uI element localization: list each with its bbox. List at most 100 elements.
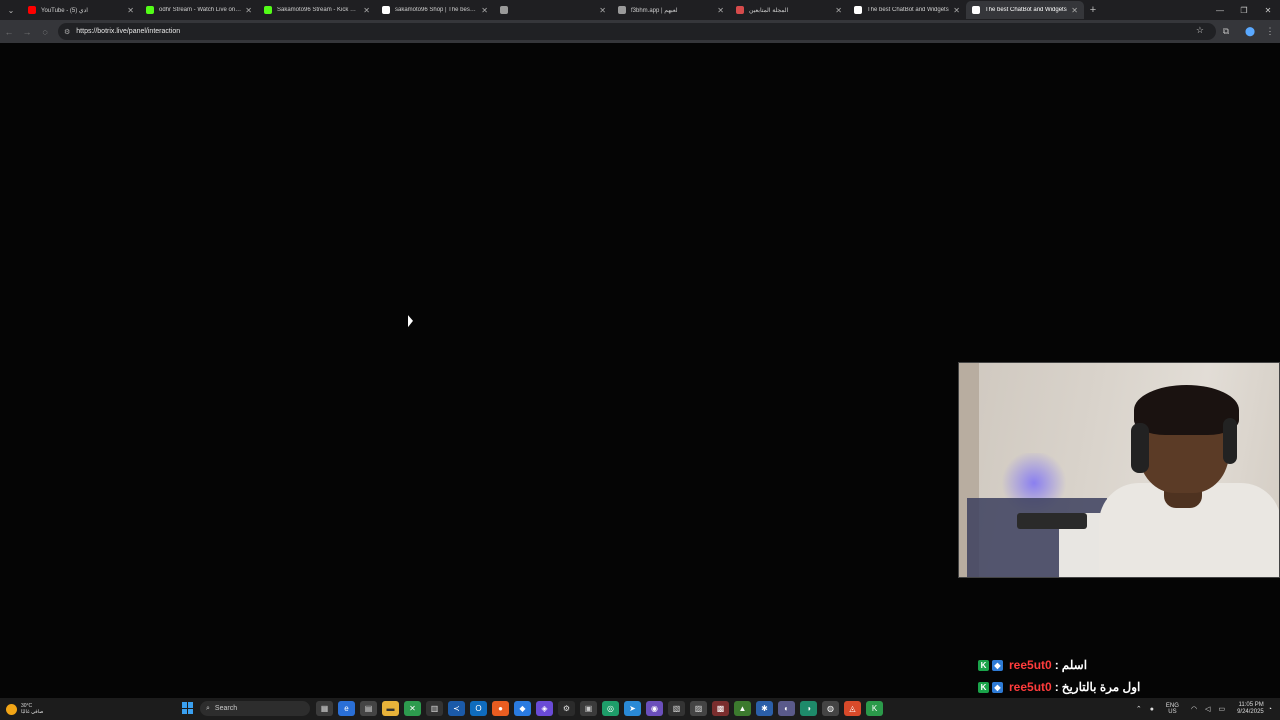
app-icon-6[interactable]: ▧	[668, 701, 685, 716]
menu-icon[interactable]: ⋮	[1262, 22, 1278, 40]
task-view-icon[interactable]: ▦	[316, 701, 333, 716]
language-indicator[interactable]: ENG US	[1166, 703, 1179, 715]
close-window-icon[interactable]: ✕	[1256, 0, 1280, 20]
volume-icon[interactable]: ◁	[1205, 705, 1210, 713]
wifi-icon[interactable]: ◠	[1191, 705, 1197, 713]
chat-separator: :	[1054, 658, 1059, 672]
sun-icon	[6, 703, 17, 715]
app-icon-12[interactable]: ◑	[800, 701, 817, 716]
chat-message: K ◆ ree5ut0: اسلم	[978, 654, 1278, 676]
tab-list: YouTube - ادي (5) ✕ odhr Stream - Watch Li…	[22, 1, 1084, 19]
tab-close-icon[interactable]: ✕	[717, 6, 724, 15]
tab-title: The best ChatBot and Widgets	[985, 7, 1067, 13]
telegram-icon[interactable]: ➤	[624, 701, 641, 716]
xbox-icon[interactable]: ✕	[404, 701, 421, 716]
browser-tab[interactable]: f3bhm.app | لعبهم ✕	[612, 1, 730, 19]
bookmark-star-icon[interactable]: ☆	[1196, 25, 1204, 36]
browser-tab[interactable]: Sakamoto96 Stream - Kick Das ✕	[258, 1, 376, 19]
tab-favicon-icon	[618, 6, 626, 14]
tab-close-icon[interactable]: ✕	[245, 6, 252, 15]
chat-text: اسلم	[1061, 658, 1088, 672]
battery-icon[interactable]: ▭	[1218, 705, 1225, 713]
search-label: Search	[214, 705, 238, 712]
url-text: https://botrix.live/panel/interaction	[76, 28, 181, 35]
firefox-icon[interactable]: ●	[492, 701, 509, 716]
tab-close-icon[interactable]: ✕	[835, 6, 842, 15]
browser-tab[interactable]: odhr Stream - Watch Live on Ki ✕	[140, 1, 258, 19]
app-icon-10[interactable]: ✱	[756, 701, 773, 716]
browser-tab[interactable]: YouTube - ادي (5) ✕	[22, 1, 140, 19]
tab-title: odhr Stream - Watch Live on Ki	[159, 7, 242, 13]
browser-tab[interactable]: The best ChatBot and Widgets ✕	[848, 1, 966, 19]
app-icon-9[interactable]: ▲	[734, 701, 751, 716]
tab-close-icon[interactable]: ✕	[127, 6, 134, 15]
calculator-icon[interactable]: ▥	[426, 701, 443, 716]
tab-strip: ⌄ YouTube - ادي (5) ✕ odhr Stream - Watch …	[0, 0, 1280, 20]
tab-close-icon[interactable]: ✕	[1071, 6, 1078, 15]
microphone-icon[interactable]: ●	[1150, 706, 1154, 713]
chat-message: K ◆ ree5ut0: اول مرة بالتاريخ	[978, 676, 1278, 698]
chrome-icon[interactable]: ◍	[822, 701, 839, 716]
search-icon: ⌕	[206, 704, 210, 712]
outlook-icon[interactable]: O	[470, 701, 487, 716]
store-icon[interactable]: ▤	[360, 701, 377, 716]
tab-title: f3bhm.app | لعبهم	[631, 7, 678, 14]
kick-icon[interactable]: K	[866, 701, 883, 716]
folder-icon[interactable]: ▬	[382, 701, 399, 716]
clock[interactable]: 11:05 PM 9/24/2025	[1237, 702, 1264, 716]
tray-chevron-icon[interactable]: ⌃	[1136, 705, 1142, 713]
weather-widget[interactable]: 30°C صافي غالبًا	[6, 699, 66, 719]
browser-tab[interactable]: The best ChatBot and Widgets ✕	[966, 1, 1084, 19]
app-icon-1[interactable]: ◆	[514, 701, 531, 716]
profile-icon[interactable]: ⬤	[1242, 22, 1258, 40]
tab-favicon-icon	[500, 6, 508, 14]
tab-favicon-icon	[382, 6, 390, 14]
tab-search-icon[interactable]: ⌄	[0, 0, 22, 20]
tab-favicon-icon	[146, 6, 154, 14]
tab-close-icon[interactable]: ✕	[363, 6, 370, 15]
tab-title: sakamoto96 Shop | The best Ch	[395, 7, 478, 13]
vscode-icon[interactable]: ≺	[448, 701, 465, 716]
chat-separator: :	[1054, 680, 1059, 694]
tab-close-icon[interactable]: ✕	[481, 6, 488, 15]
windows-start-icon[interactable]	[182, 702, 194, 714]
window-controls: — ❐ ✕	[1208, 0, 1280, 20]
loading-icon[interactable]: ◌	[36, 23, 54, 41]
settings-icon[interactable]: ⚙	[558, 701, 575, 716]
tab-title: المجلة المتابعين	[749, 7, 789, 14]
browser-tab[interactable]: ✕	[494, 1, 612, 19]
app-icon-2[interactable]: ◈	[536, 701, 553, 716]
weather-desc: صافي غالبًا	[21, 709, 44, 715]
app-icon-4[interactable]: ◎	[602, 701, 619, 716]
app-icon-3[interactable]: ▣	[580, 701, 597, 716]
tab-favicon-icon	[264, 6, 272, 14]
extensions-icon[interactable]: ⧉	[1218, 22, 1234, 40]
app-icon-11[interactable]: ◐	[778, 701, 795, 716]
chat-username: ree5ut0	[1009, 658, 1052, 672]
back-icon[interactable]: ←	[0, 23, 18, 41]
bot-badge-icon: ◆	[992, 681, 1003, 693]
new-tab-button[interactable]: +	[1084, 4, 1102, 16]
restore-icon[interactable]: ❐	[1232, 0, 1256, 20]
pinned-apps: ▦ e ▤ ▬ ✕ ▥ ≺ O ● ◆ ◈ ⚙ ▣ ◎ ➤ ◉ ▧ ▨ ▩ ▲ …	[316, 701, 888, 716]
minimize-icon[interactable]: —	[1208, 0, 1232, 20]
kick-badge-icon: K	[978, 659, 989, 671]
taskbar: 30°C صافي غالبًا ⌕ Search ▦ e ▤ ▬ ✕ ▥ ≺ …	[0, 698, 1280, 720]
browser-tab[interactable]: sakamoto96 Shop | The best Ch ✕	[376, 1, 494, 19]
tab-close-icon[interactable]: ✕	[599, 6, 606, 15]
app-icon-7[interactable]: ▨	[690, 701, 707, 716]
tab-favicon-icon	[854, 6, 862, 14]
notifications-icon[interactable]: ◔	[1268, 706, 1272, 713]
brave-icon[interactable]: ◬	[844, 701, 861, 716]
app-icon-8[interactable]: ▩	[712, 701, 729, 716]
mouse-cursor-icon	[408, 315, 413, 329]
webcam-overlay	[958, 362, 1280, 578]
browser-tab[interactable]: المجلة المتابعين ✕	[730, 1, 848, 19]
taskbar-search[interactable]: ⌕ Search	[200, 701, 310, 716]
app-icon-5[interactable]: ◉	[646, 701, 663, 716]
address-bar[interactable]: ⚙ https://botrix.live/panel/interaction …	[58, 23, 1216, 40]
forward-icon[interactable]: →	[18, 23, 36, 41]
site-info-icon[interactable]: ⚙	[64, 28, 70, 36]
edge-icon[interactable]: e	[338, 701, 355, 716]
tab-close-icon[interactable]: ✕	[953, 6, 960, 15]
